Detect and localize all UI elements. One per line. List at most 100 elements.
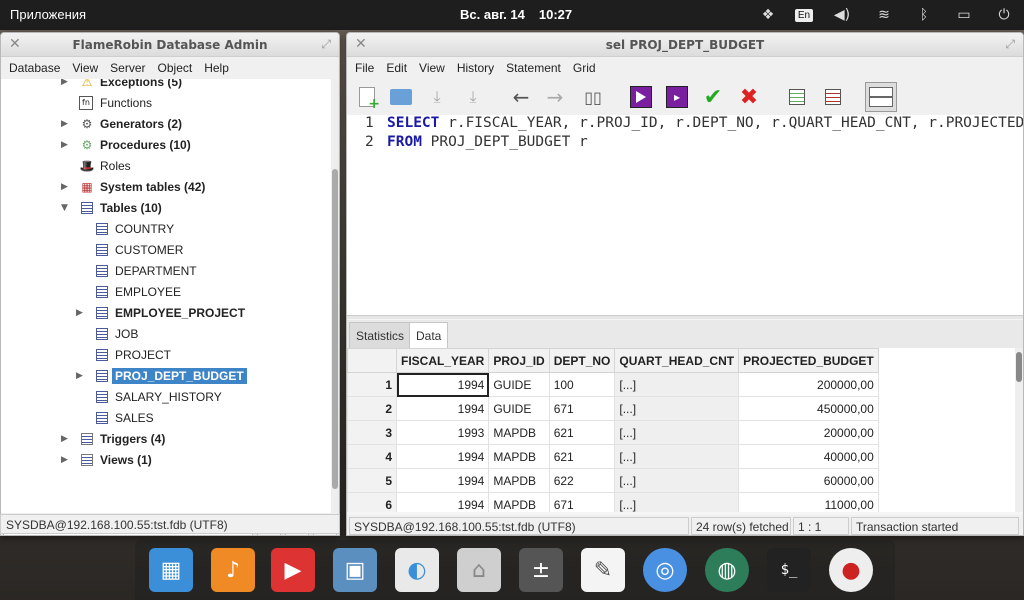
menu-grid[interactable]: Grid — [567, 61, 602, 75]
grid-cell[interactable]: MAPDB — [488, 468, 550, 493]
dropbox-icon[interactable]: ❖ — [758, 5, 778, 25]
grid-cell-blob[interactable]: [...] — [614, 468, 740, 493]
tree-item-system-tables[interactable]: ▶ ▦ System tables (42) — [1, 176, 331, 197]
photos-icon[interactable]: ▣ — [333, 548, 377, 592]
videos-icon[interactable]: ▶ — [271, 548, 315, 592]
volume-icon[interactable]: ◀) — [832, 5, 852, 25]
tree-item-table[interactable]: CUSTOMER — [1, 239, 331, 260]
chromium-icon[interactable]: ◎ — [643, 548, 687, 592]
tree-item-views[interactable]: ▶ Views (1) — [1, 449, 331, 470]
text-editor-icon[interactable]: ✎ — [581, 548, 625, 592]
tree-item-exceptions[interactable]: ▶ ⚠ Exceptions (5) — [1, 79, 331, 92]
tree-item-generators[interactable]: ▶ ⚙ Generators (2) — [1, 113, 331, 134]
right-window-titlebar[interactable]: ✕ sel PROJ_DEPT_BUDGET ⤢ — [347, 33, 1023, 57]
tree-item-table[interactable]: ▶ EMPLOYEE_PROJECT — [1, 302, 331, 323]
expand-arrow-icon[interactable]: ▶ — [61, 182, 71, 192]
save-as-icon[interactable]: ⤓ — [461, 85, 485, 109]
grid-cell[interactable]: GUIDE — [488, 396, 550, 421]
expand-arrow-icon[interactable]: ▶ — [61, 434, 71, 444]
history-book-icon[interactable]: ▯▯ — [581, 85, 605, 109]
grid-cell-blob[interactable]: [...] — [614, 420, 740, 445]
maximize-icon[interactable]: ⤢ — [1005, 37, 1015, 52]
expand-arrow-icon[interactable]: ▶ — [61, 119, 71, 129]
expand-arrow-icon[interactable]: ▶ — [61, 79, 71, 87]
grid-cell[interactable]: MAPDB — [488, 444, 550, 469]
menu-server[interactable]: Server — [104, 61, 151, 75]
tab-statistics[interactable]: Statistics — [349, 322, 412, 348]
menu-history[interactable]: History — [451, 61, 500, 75]
wifi-icon[interactable]: ≋ — [874, 5, 894, 25]
column-header[interactable]: PROJECTED_BUDGET — [738, 348, 879, 373]
tree-item-table[interactable]: EMPLOYEE — [1, 281, 331, 302]
grid-cell-blob[interactable]: [...] — [614, 444, 740, 469]
menu-statement[interactable]: Statement — [500, 61, 567, 75]
grid-cell[interactable]: 1994 — [395, 492, 490, 512]
tree-item-table[interactable]: DEPARTMENT — [1, 260, 331, 281]
grid-cell[interactable]: MAPDB — [488, 492, 550, 512]
left-window-titlebar[interactable]: ✕ FlameRobin Database Admin ⤢ — [1, 33, 339, 57]
applications-menu[interactable]: Приложения — [10, 7, 86, 22]
rollback-icon[interactable]: ✖ — [737, 85, 761, 110]
tree-item-table[interactable]: COUNTRY — [1, 218, 331, 239]
grid-cell[interactable]: 671 — [548, 396, 616, 421]
grid-cell[interactable]: 40000,00 — [738, 444, 879, 469]
power-icon[interactable]: ⏻ — [994, 5, 1014, 25]
multitasking-view-icon[interactable]: ▦ — [149, 548, 193, 592]
calculator-icon[interactable]: ± — [519, 548, 563, 592]
grid-cell-blob[interactable]: [...] — [614, 492, 740, 512]
grid-cell[interactable]: 200000,00 — [738, 372, 879, 397]
switchboard-icon[interactable]: ◐ — [395, 548, 439, 592]
tree-item-tables[interactable]: ▼ Tables (10) — [1, 197, 331, 218]
tree-item-table[interactable]: JOB — [1, 323, 331, 344]
menu-help[interactable]: Help — [198, 61, 235, 75]
grid-scrollbar[interactable] — [1015, 348, 1023, 512]
files-icon[interactable]: ⌂ — [457, 548, 501, 592]
tree-item-table-selected[interactable]: ▶ PROJ_DEPT_BUDGET — [1, 365, 331, 386]
table-row[interactable]: 2 1994 GUIDE 671 [...] 450000,00 — [347, 396, 879, 421]
tree-item-table[interactable]: SALES — [1, 407, 331, 428]
collapse-arrow-icon[interactable]: ▼ — [61, 203, 71, 213]
grid-cell[interactable]: 1994 — [395, 468, 490, 493]
tree-item-triggers[interactable]: ▶ Triggers (4) — [1, 428, 331, 449]
expand-arrow-icon[interactable]: ▶ — [61, 455, 71, 465]
history-back-icon[interactable]: ← — [509, 85, 533, 109]
expand-arrow-icon[interactable]: ▶ — [76, 308, 86, 318]
table-row[interactable]: 3 1993 MAPDB 621 [...] 20000,00 — [347, 420, 879, 445]
column-header[interactable]: DEPT_NO — [548, 348, 616, 373]
bluetooth-icon[interactable]: ᛒ — [914, 5, 934, 25]
maximize-icon[interactable]: ⤢ — [321, 37, 331, 52]
execute-icon[interactable] — [629, 85, 653, 109]
menu-file[interactable]: File — [349, 61, 380, 75]
grid-cell[interactable]: 622 — [548, 468, 616, 493]
expand-arrow-icon[interactable]: ▶ — [76, 371, 86, 381]
column-header[interactable]: FISCAL_YEAR — [395, 348, 490, 373]
grid-cell[interactable]: 1994 — [395, 372, 490, 397]
grid-cell[interactable]: 11000,00 — [738, 492, 879, 512]
menu-view[interactable]: View — [66, 61, 104, 75]
history-forward-icon[interactable]: → — [543, 85, 567, 109]
show-plan-icon[interactable]: ▸ — [665, 85, 689, 109]
grid-cell[interactable]: 450000,00 — [738, 396, 879, 421]
grid-cell[interactable]: 1994 — [395, 396, 490, 421]
table-row[interactable]: 4 1994 MAPDB 621 [...] 40000,00 — [347, 444, 879, 469]
tree-item-procedures[interactable]: ▶ ⚙ Procedures (10) — [1, 134, 331, 155]
editor-splitter[interactable] — [347, 315, 1023, 319]
grid-cell[interactable]: GUIDE — [488, 372, 550, 397]
tree-item-roles[interactable]: 🎩 Roles — [1, 155, 331, 176]
table-row[interactable]: 6 1994 MAPDB 671 [...] 11000,00 — [347, 492, 879, 512]
delete-row-icon[interactable] — [821, 85, 845, 109]
grid-cell[interactable]: 671 — [548, 492, 616, 512]
scrollbar-thumb[interactable] — [1016, 352, 1022, 382]
battery-icon[interactable]: ▭ — [954, 5, 974, 25]
grid-cell[interactable]: 621 — [548, 444, 616, 469]
grid-cell[interactable]: MAPDB — [488, 420, 550, 445]
grid-cell[interactable]: 100 — [548, 372, 616, 397]
grid-cell[interactable]: 20000,00 — [738, 420, 879, 445]
web-browser-icon[interactable]: ◍ — [705, 548, 749, 592]
table-row[interactable]: 5 1994 MAPDB 622 [...] 60000,00 — [347, 468, 879, 493]
terminal-icon[interactable]: $_ — [767, 548, 811, 592]
keyboard-layout-indicator[interactable]: En — [794, 5, 814, 25]
grid-cell-blob[interactable]: [...] — [614, 396, 740, 421]
grid-cell[interactable]: 60000,00 — [738, 468, 879, 493]
scrollbar-thumb[interactable] — [332, 169, 338, 489]
